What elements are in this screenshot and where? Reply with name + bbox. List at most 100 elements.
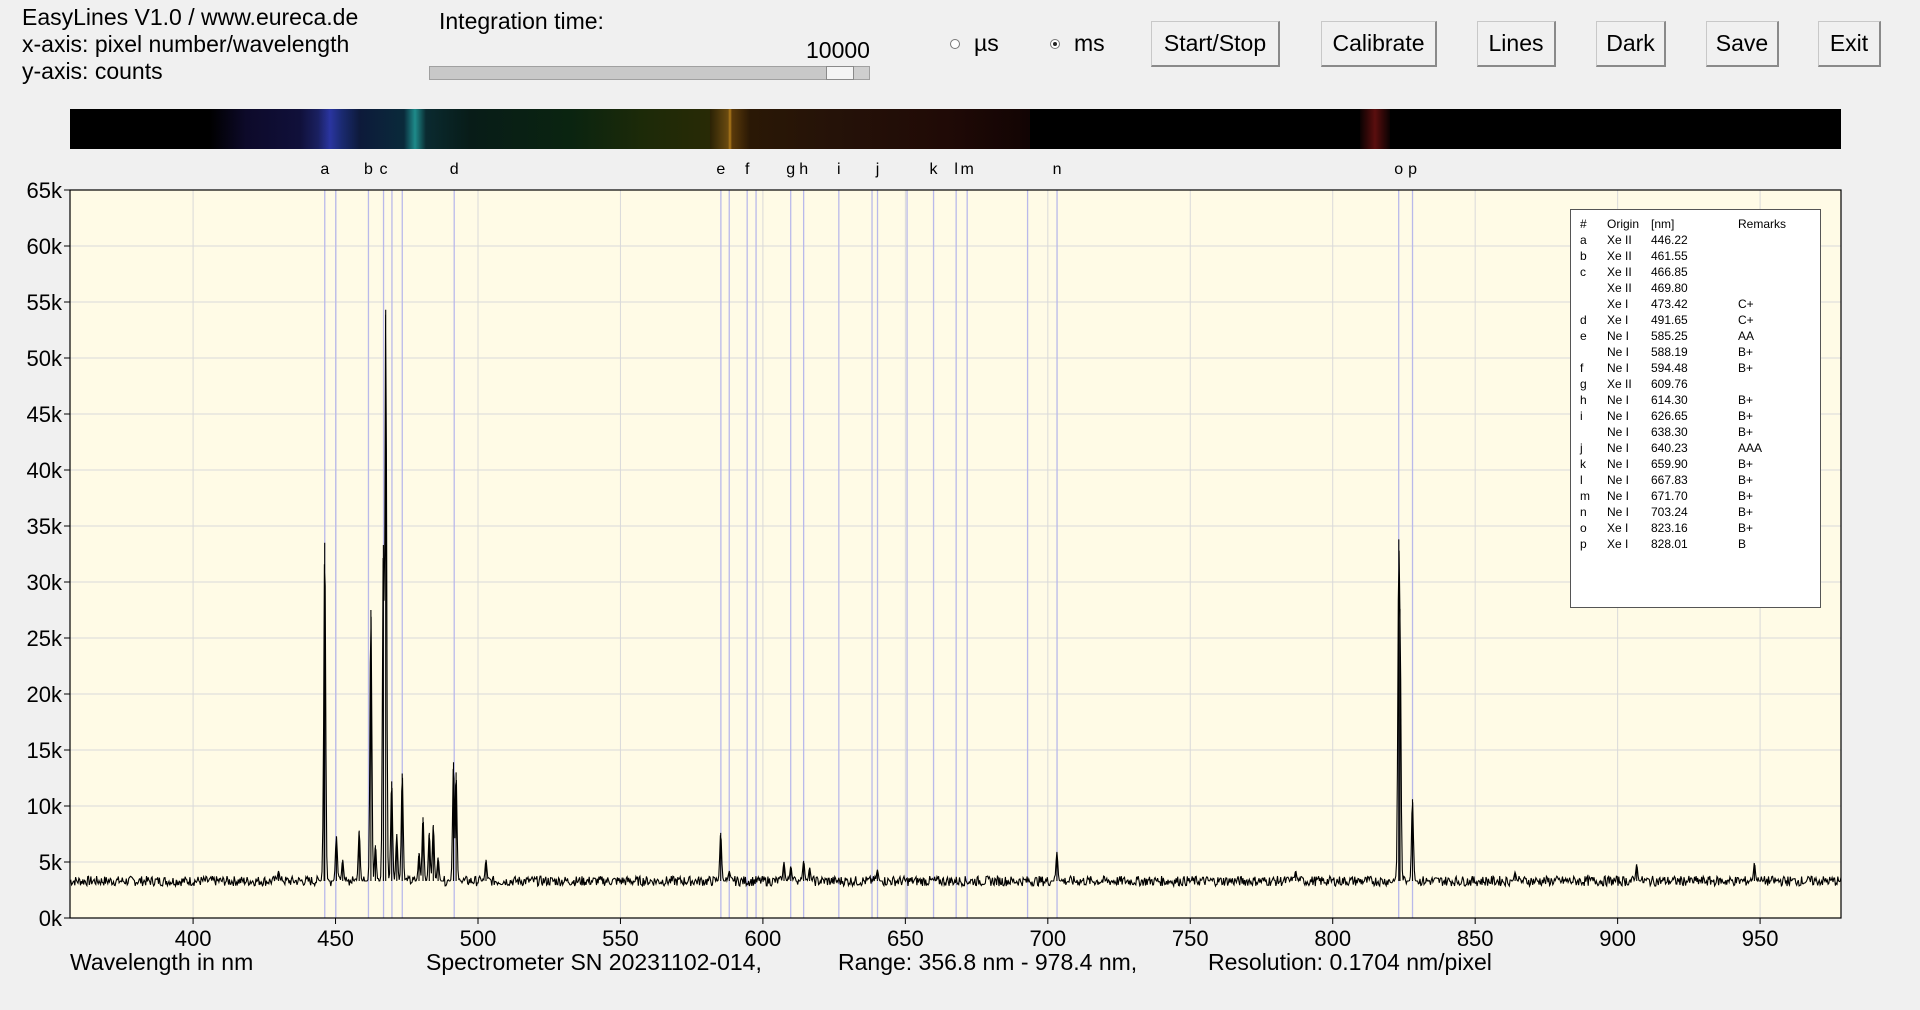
lines-button[interactable]: Lines (1477, 21, 1556, 67)
line-marker-label: e (716, 161, 725, 178)
row-nm: 491.65 (1651, 313, 1688, 327)
row-origin: Ne I (1607, 457, 1630, 471)
y-tick-label: 0k (39, 906, 63, 931)
row-remarks: B+ (1738, 361, 1754, 375)
radio-ms-dot[interactable] (1050, 38, 1060, 49)
calibrate-button[interactable]: Calibrate (1321, 21, 1437, 67)
spectrum-band (470, 109, 720, 149)
line-table-row: f Ne I 594.48 B+ (1571, 361, 1820, 377)
x-tick-label: 600 (745, 926, 782, 950)
line-table-row: b Xe II 461.55 (1571, 249, 1820, 265)
line-marker-label: k (930, 161, 939, 178)
x-tick-label: 450 (317, 926, 354, 950)
y-tick-label: 65k (27, 178, 63, 203)
line-table-row: c Xe II 466.85 (1571, 265, 1820, 281)
spectrum-band (360, 109, 470, 149)
row-origin: Ne I (1607, 425, 1630, 439)
row-index: e (1580, 329, 1587, 343)
line-table-row: Ne I 588.19 B+ (1571, 345, 1820, 361)
line-table-row: j Ne I 640.23 AAA (1571, 441, 1820, 457)
row-remarks: B+ (1738, 409, 1754, 423)
radio-us-dot[interactable] (950, 38, 960, 49)
row-nm: 588.19 (1651, 345, 1688, 359)
y-tick-label: 40k (27, 458, 63, 483)
spectrum-band (210, 109, 300, 149)
row-nm: 609.76 (1651, 377, 1688, 391)
row-index: k (1580, 457, 1586, 471)
row-origin: Ne I (1607, 361, 1630, 375)
row-origin: Xe I (1607, 313, 1629, 327)
x-tick-label: 500 (460, 926, 497, 950)
app-info: EasyLines V1.0 / www.eureca.de x-axis: p… (22, 4, 358, 85)
row-nm: 638.30 (1651, 425, 1688, 439)
x-tick-label: 800 (1314, 926, 1351, 950)
row-nm: 703.24 (1651, 505, 1688, 519)
row-remarks: B+ (1738, 521, 1754, 535)
resolution-info: Resolution: 0.1704 nm/pixel (1208, 949, 1492, 975)
spectrum-band (300, 109, 360, 149)
slider-thumb[interactable] (826, 66, 855, 80)
radio-us[interactable]: µs (950, 30, 999, 57)
row-origin: Ne I (1607, 441, 1630, 455)
line-table-row: e Ne I 585.25 AA (1571, 329, 1820, 345)
spectrum-band (1360, 109, 1390, 149)
line-table-row: Ne I 638.30 B+ (1571, 425, 1820, 441)
row-nm: 461.55 (1651, 249, 1688, 263)
row-nm: 585.25 (1651, 329, 1688, 343)
row-index: h (1580, 393, 1587, 407)
row-index: c (1580, 265, 1586, 279)
row-remarks: B+ (1738, 393, 1754, 407)
y-tick-label: 60k (27, 234, 63, 259)
y-tick-label: 5k (39, 850, 63, 875)
line-marker-label: j (875, 161, 880, 178)
x-tick-label: 400 (175, 926, 212, 950)
row-origin: Ne I (1607, 329, 1630, 343)
spectrometer-sn: Spectrometer SN 20231102-014, (426, 949, 762, 975)
line-marker-label: o (1394, 161, 1403, 178)
row-origin: Ne I (1607, 393, 1630, 407)
range-info: Range: 356.8 nm - 978.4 nm, (838, 949, 1138, 975)
x-tick-label: 750 (1172, 926, 1209, 950)
row-nm: 640.23 (1651, 441, 1688, 455)
save-button[interactable]: Save (1706, 21, 1779, 67)
y-tick-label: 30k (27, 570, 63, 595)
row-index: a (1580, 233, 1587, 247)
row-origin: Xe I (1607, 297, 1629, 311)
app-title: EasyLines V1.0 / www.eureca.de (22, 4, 359, 30)
radio-ms[interactable]: ms (1050, 30, 1105, 57)
y-tick-label: 25k (27, 626, 63, 651)
header-origin: Origin (1607, 217, 1640, 231)
row-remarks: C+ (1738, 313, 1754, 327)
start-stop-button[interactable]: Start/Stop (1151, 21, 1280, 67)
x-tick-label: 900 (1599, 926, 1636, 950)
row-origin: Xe I (1607, 537, 1629, 551)
y-tick-label: 10k (27, 794, 63, 819)
line-table-row: h Ne I 614.30 B+ (1571, 393, 1820, 409)
line-marker-label: l (954, 161, 958, 178)
row-remarks: AA (1738, 329, 1755, 343)
y-tick-label: 45k (27, 402, 63, 427)
row-index: l (1580, 473, 1583, 487)
row-index: p (1580, 537, 1587, 551)
integration-time-slider[interactable] (429, 66, 870, 80)
row-remarks: B+ (1738, 345, 1754, 359)
dark-button[interactable]: Dark (1596, 21, 1666, 67)
integration-time-label: Integration time: (439, 8, 604, 34)
row-origin: Ne I (1607, 473, 1630, 487)
row-remarks: B+ (1738, 489, 1754, 503)
y-tick-label: 20k (27, 682, 63, 707)
line-table-row: Xe II 469.80 (1571, 281, 1820, 297)
x-tick-label: 650 (887, 926, 924, 950)
line-table-row: o Xe I 823.16 B+ (1571, 521, 1820, 537)
exit-button[interactable]: Exit (1818, 21, 1881, 67)
line-marker-label: n (1053, 161, 1062, 178)
line-table-row: i Ne I 626.65 B+ (1571, 409, 1820, 425)
line-table-header: # Origin [nm] Remarks (1571, 217, 1820, 233)
x-tick-label: 850 (1457, 926, 1494, 950)
row-remarks: B+ (1738, 457, 1754, 471)
row-nm: 823.16 (1651, 521, 1688, 535)
row-remarks: B+ (1738, 473, 1754, 487)
row-nm: 626.65 (1651, 409, 1688, 423)
y-tick-label: 50k (27, 346, 63, 371)
row-index: n (1580, 505, 1587, 519)
